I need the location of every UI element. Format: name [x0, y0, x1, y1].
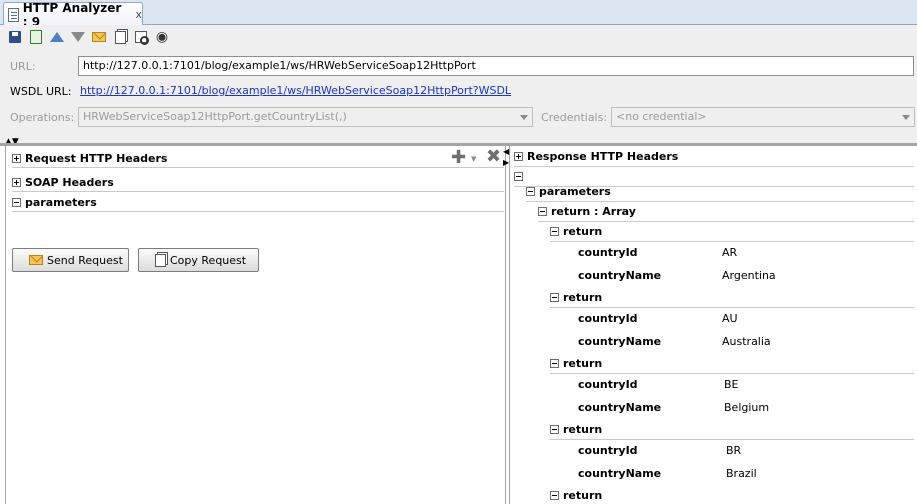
country-id-value: BE [724, 378, 739, 391]
parameters-section[interactable]: parameters [12, 194, 504, 212]
return-node[interactable]: return [550, 222, 914, 242]
envelope-icon [29, 255, 43, 265]
operations-label: Operations: [10, 111, 75, 124]
country-name-label: countryName [578, 335, 662, 348]
country-name-label: countryName [578, 401, 662, 414]
import-icon[interactable] [27, 29, 45, 46]
toolbar: ◉ [6, 28, 171, 46]
send-request-label: Send Request [47, 253, 123, 267]
operations-value: HRWebServiceSoap12HttpPort.getCountryLis… [83, 110, 347, 123]
find-icon[interactable] [132, 29, 150, 46]
return-node[interactable]: return [550, 288, 914, 308]
expand-icon[interactable] [12, 154, 21, 163]
operations-select[interactable]: HRWebServiceSoap12HttpPort.getCountryLis… [78, 107, 533, 127]
node-label: return [563, 225, 603, 238]
copy-icon [155, 253, 166, 267]
down-icon[interactable] [69, 29, 87, 46]
country-name-label: countryName [578, 467, 662, 480]
binoculars-icon[interactable]: ◉ [153, 29, 171, 46]
collapse-icon[interactable] [550, 425, 559, 434]
expand-icon[interactable] [12, 178, 21, 187]
envelope-icon[interactable] [90, 29, 108, 46]
copy-icon[interactable] [111, 29, 129, 46]
node-label: return [563, 357, 603, 370]
up-icon[interactable] [48, 29, 66, 46]
copy-request-label: Copy Request [170, 253, 247, 267]
chevron-down-icon [520, 115, 528, 120]
country-id-label: countryId [578, 312, 638, 325]
country-id-label: countryId [578, 444, 638, 457]
country-id-value: BR [726, 444, 742, 457]
http-analyzer-tab[interactable]: HTTP Analyzer : 9 x [3, 1, 143, 29]
country-id-label: countryId [578, 378, 638, 391]
section-label: Request HTTP Headers [25, 152, 168, 165]
collapse-right-icon[interactable]: ▶ [503, 158, 509, 167]
delete-icon[interactable]: ✖ [486, 148, 501, 166]
collapse-icon[interactable] [12, 198, 21, 207]
node-label: return : Array [551, 205, 636, 218]
url-input[interactable]: http://127.0.0.1:7101/blog/example1/ws/H… [78, 56, 914, 76]
add-icon[interactable]: ✚ [451, 149, 466, 167]
request-config-panel: ◉ URL: http://127.0.0.1:7101/blog/exampl… [0, 25, 917, 143]
close-icon[interactable]: x [135, 8, 142, 21]
chevron-down-icon[interactable]: ▼ [471, 155, 476, 163]
collapse-icon[interactable] [526, 187, 535, 196]
collapse-icon[interactable] [514, 172, 523, 181]
country-id-value: AR [722, 246, 738, 259]
expand-icon[interactable] [514, 152, 523, 161]
url-label: URL: [10, 60, 36, 73]
copy-request-button[interactable]: Copy Request [138, 248, 259, 272]
wsdl-url-link[interactable]: http://127.0.0.1:7101/blog/example1/ws/H… [80, 84, 511, 97]
save-icon[interactable] [6, 29, 24, 46]
credentials-label: Credentials: [541, 111, 608, 124]
collapse-icon[interactable] [550, 293, 559, 302]
section-label: SOAP Headers [25, 176, 114, 189]
node-label: return [563, 489, 603, 502]
collapse-icon[interactable] [538, 207, 547, 216]
collapse-icon[interactable] [550, 491, 559, 500]
country-name-value: Brazil [726, 467, 757, 480]
country-name-label: countryName [578, 269, 662, 282]
country-name-value: Australia [722, 335, 771, 348]
response-http-headers-section[interactable]: Response HTTP Headers [514, 147, 914, 167]
node-label: parameters [539, 185, 611, 198]
request-http-headers-section[interactable]: Request HTTP Headers [12, 150, 504, 168]
credentials-value: <no credential> [616, 110, 707, 123]
country-name-value: Belgium [724, 401, 770, 414]
section-label: Response HTTP Headers [527, 150, 679, 163]
return-node[interactable]: return [550, 354, 914, 374]
collapse-icon[interactable] [550, 227, 559, 236]
collapse-left-icon[interactable]: ◀ [503, 147, 509, 156]
request-pane: Request HTTP Headers ✚ ▼ ✖ SOAP Headers … [5, 146, 505, 504]
wsdl-url-label: WSDL URL: [10, 85, 72, 98]
node-label: return [563, 423, 603, 436]
return-array-node[interactable]: return : Array [538, 202, 914, 222]
node-label: return [563, 291, 603, 304]
country-name-value: Argentina [722, 269, 776, 282]
chevron-down-icon [902, 115, 910, 120]
document-icon [8, 7, 19, 22]
section-label: parameters [25, 196, 97, 209]
return-node[interactable]: return [550, 420, 914, 440]
credentials-select[interactable]: <no credential> [611, 107, 915, 127]
country-id-value: AU [722, 312, 738, 325]
parameters-node[interactable]: parameters [526, 182, 914, 202]
send-request-button[interactable]: Send Request [12, 248, 129, 272]
soap-headers-section[interactable]: SOAP Headers [12, 174, 504, 192]
collapse-icon[interactable] [550, 359, 559, 368]
response-pane: Response HTTP Headers parameters return … [510, 146, 917, 504]
return-node[interactable]: return [550, 486, 914, 504]
editor-tab-strip: HTTP Analyzer : 9 x [0, 0, 917, 29]
country-id-label: countryId [578, 246, 638, 259]
